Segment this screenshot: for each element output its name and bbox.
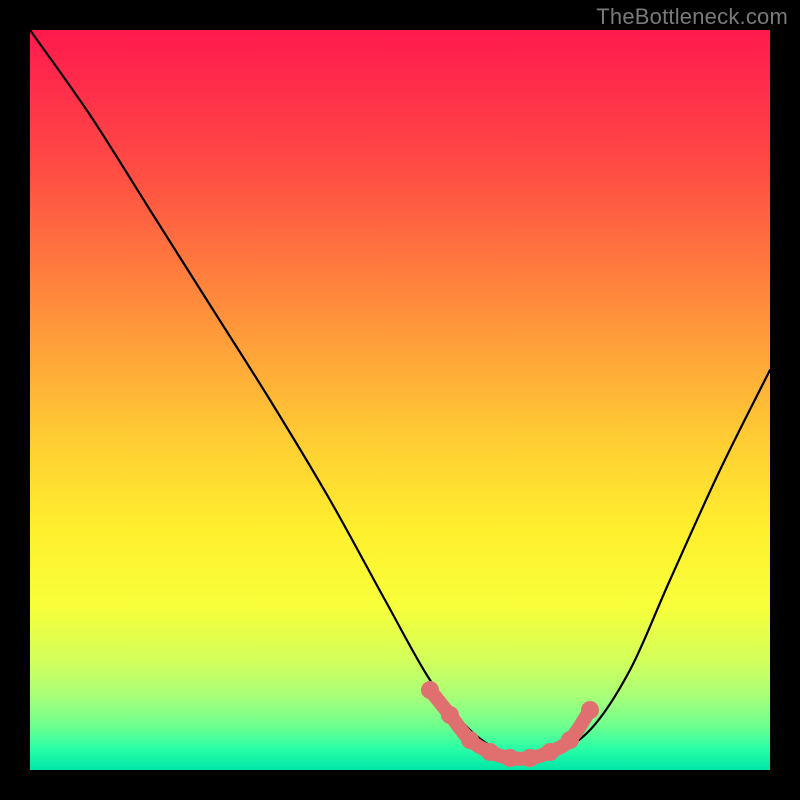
- valley-dot: [581, 701, 599, 719]
- plot-area: [30, 30, 770, 770]
- bottleneck-curve-path: [30, 30, 770, 758]
- chart-frame: TheBottleneck.com: [0, 0, 800, 800]
- valley-dot: [461, 731, 479, 749]
- valley-marker-group: [421, 681, 599, 767]
- valley-dot: [441, 706, 459, 724]
- valley-dot: [561, 731, 579, 749]
- watermark-text: TheBottleneck.com: [596, 4, 788, 30]
- valley-dot: [521, 749, 539, 767]
- valley-stroke: [430, 690, 590, 759]
- valley-dot: [541, 743, 559, 761]
- valley-dot: [481, 743, 499, 761]
- curve-svg: [30, 30, 770, 770]
- valley-dot: [501, 749, 519, 767]
- valley-dot: [421, 681, 439, 699]
